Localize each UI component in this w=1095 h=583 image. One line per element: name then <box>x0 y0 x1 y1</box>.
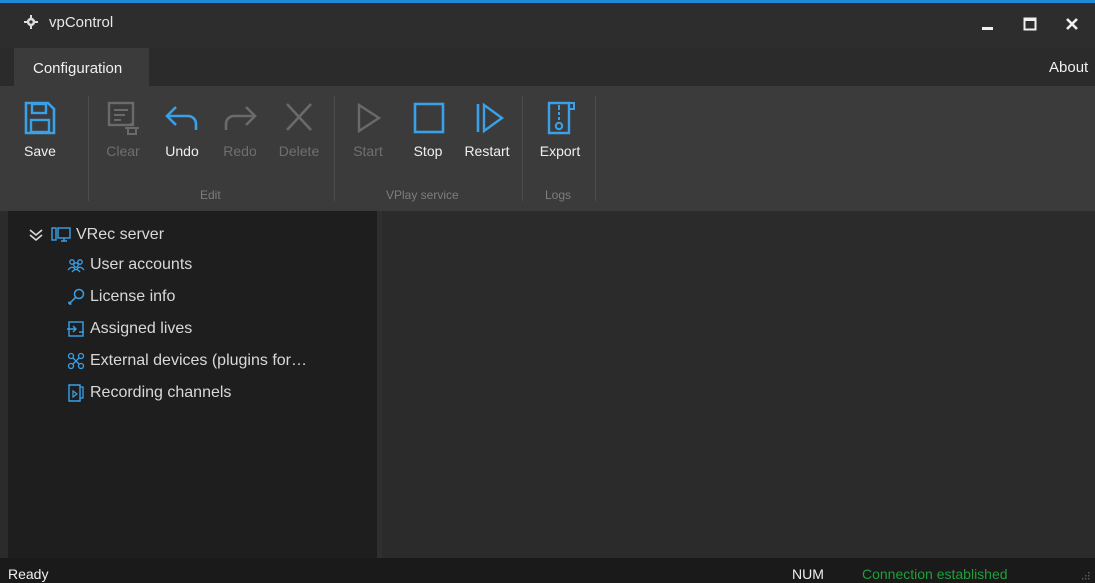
gear-icon[interactable] <box>24 15 38 29</box>
assign-icon <box>66 319 86 339</box>
clear-button[interactable]: Clear <box>101 100 145 170</box>
clear-icon <box>107 101 139 135</box>
start-label: Start <box>353 143 383 159</box>
save-icon <box>24 101 56 135</box>
maximize-button[interactable] <box>1010 9 1050 39</box>
delete-button[interactable]: Delete <box>276 100 322 170</box>
tree-item-license-info[interactable]: License info <box>66 285 175 309</box>
title-bar: vpControl <box>0 3 1095 48</box>
status-num-lock: NUM <box>792 566 824 582</box>
tree-root-vrec-server[interactable]: VRec server <box>26 223 164 247</box>
ribbon-toolbar: Save Clear Undo Redo Delete Edit Start S… <box>0 86 1095 211</box>
group-separator <box>88 96 89 201</box>
tree-item-assigned-lives[interactable]: Assigned lives <box>66 317 192 341</box>
navigation-tree: VRec server User accounts License info A… <box>8 211 377 558</box>
group-label-edit: Edit <box>200 188 221 202</box>
plugin-icon <box>66 351 86 371</box>
resize-grip-icon[interactable] <box>1080 570 1090 580</box>
export-button[interactable]: Export <box>536 100 584 170</box>
key-icon <box>66 287 86 307</box>
tree-item-label: External devices (plugins for… <box>90 352 307 369</box>
tree-item-label: Assigned lives <box>90 320 193 337</box>
start-button[interactable]: Start <box>348 100 388 170</box>
maximize-icon <box>1023 17 1037 31</box>
group-separator <box>522 96 523 201</box>
save-button[interactable]: Save <box>20 100 60 170</box>
restart-icon <box>476 102 505 134</box>
group-label-logs: Logs <box>545 188 572 202</box>
monitor-icon <box>50 225 72 245</box>
undo-button[interactable]: Undo <box>160 100 204 170</box>
about-link[interactable]: About <box>1049 59 1088 76</box>
tree-item-user-accounts[interactable]: User accounts <box>66 253 192 277</box>
status-connection: Connection established <box>862 566 1008 582</box>
recording-icon <box>66 383 86 403</box>
tab-configuration-label: Configuration <box>33 60 123 77</box>
window-title: vpControl <box>49 14 114 31</box>
export-label: Export <box>539 143 581 159</box>
minimize-icon <box>982 27 993 30</box>
delete-icon <box>286 103 312 131</box>
stop-label: Stop <box>413 143 443 159</box>
group-separator <box>334 96 335 201</box>
undo-icon <box>165 106 198 130</box>
restart-label: Restart <box>464 143 510 159</box>
group-separator <box>595 96 596 201</box>
restart-button[interactable]: Restart <box>460 100 514 170</box>
tree-item-recording-channels[interactable]: Recording channels <box>66 381 231 405</box>
left-gutter <box>0 211 8 558</box>
status-ready: Ready <box>8 566 49 582</box>
close-icon <box>1066 18 1078 30</box>
tree-item-label: Recording channels <box>90 384 232 401</box>
tree-root-label: VRec server <box>76 226 165 243</box>
clear-label: Clear <box>106 143 140 159</box>
content-panel <box>382 211 1095 558</box>
save-label: Save <box>24 143 56 159</box>
redo-button[interactable]: Redo <box>218 100 262 170</box>
users-icon <box>66 255 86 275</box>
undo-label: Undo <box>165 143 199 159</box>
tree-item-external-devices[interactable]: External devices (plugins for… <box>66 349 307 373</box>
delete-label: Delete <box>278 143 320 159</box>
tree-item-label: License info <box>90 288 176 305</box>
redo-label: Redo <box>223 143 257 159</box>
stop-icon <box>413 102 445 134</box>
close-button[interactable] <box>1052 9 1092 39</box>
tree-item-label: User accounts <box>90 256 193 273</box>
minimize-button[interactable] <box>968 9 1008 39</box>
redo-icon <box>224 106 257 130</box>
group-label-vplay-service: VPlay service <box>386 188 459 202</box>
chevron-double-down-icon[interactable] <box>26 225 46 245</box>
stop-button[interactable]: Stop <box>406 100 450 170</box>
export-icon <box>547 101 575 135</box>
play-icon <box>357 102 382 134</box>
status-bar: Ready NUM Connection established <box>0 558 1095 583</box>
tab-configuration[interactable]: Configuration <box>14 48 149 86</box>
